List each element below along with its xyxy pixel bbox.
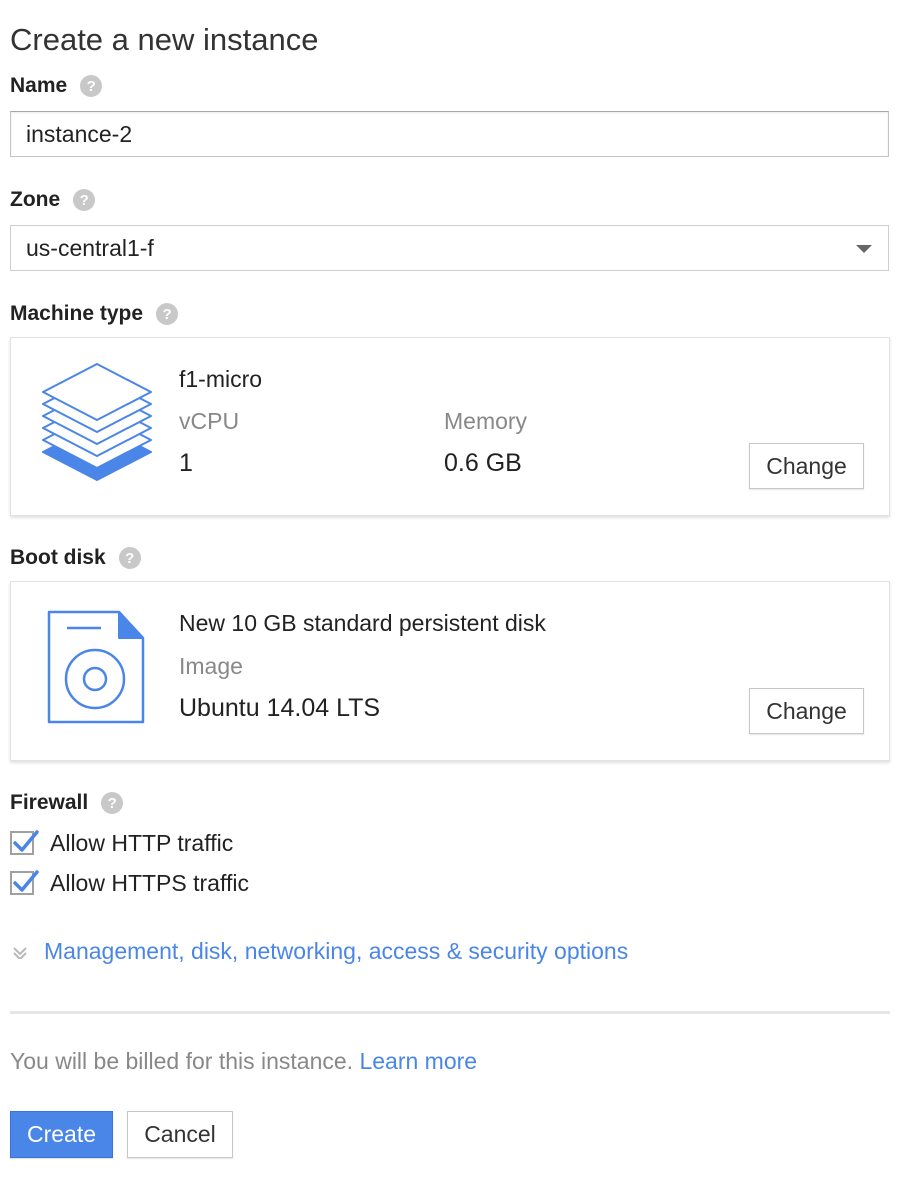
help-icon[interactable]: ?	[118, 547, 141, 569]
page-title: Create a new instance	[10, 22, 319, 57]
help-icon[interactable]: ?	[156, 303, 179, 325]
checkmark-icon	[13, 870, 39, 892]
help-icon[interactable]: ?	[73, 189, 96, 211]
image-label: Image	[179, 653, 243, 679]
machine-type-name: f1-micro	[179, 366, 263, 392]
create-button[interactable]: Create	[10, 1111, 113, 1158]
machine-type-card: f1-micro vCPU 1 Memory 0.6 GB Change	[10, 337, 890, 516]
vcpu-value: 1	[179, 449, 193, 477]
stacked-layers-icon	[42, 363, 152, 481]
https-traffic-option[interactable]: Allow HTTPS traffic	[10, 868, 249, 898]
https-traffic-label: Allow HTTPS traffic	[50, 869, 249, 896]
zone-label: Zone	[10, 188, 61, 211]
boot-disk-card: New 10 GB standard persistent disk Image…	[10, 581, 890, 761]
learn-more-link[interactable]: Learn more	[359, 1048, 477, 1074]
dropdown-arrow-icon	[856, 245, 872, 253]
memory-value: 0.6 GB	[444, 449, 522, 477]
http-traffic-checkbox[interactable]	[10, 830, 39, 855]
zone-selected-value: us-central1-f	[26, 234, 154, 261]
vcpu-label: vCPU	[179, 408, 240, 434]
change-machine-type-button[interactable]: Change	[749, 443, 864, 489]
zone-select[interactable]: us-central1-f	[10, 225, 889, 271]
chevron-down-icon	[13, 946, 27, 959]
advanced-options-toggle[interactable]: Management, disk, networking, access & s…	[10, 938, 628, 965]
http-traffic-option[interactable]: Allow HTTP traffic	[10, 828, 233, 858]
billing-notice: You will be billed for this instance. Le…	[10, 1048, 477, 1075]
https-traffic-checkbox[interactable]	[10, 870, 39, 895]
name-label-row: Name ?	[10, 71, 103, 101]
advanced-options-link[interactable]: Management, disk, networking, access & s…	[44, 938, 628, 965]
change-boot-disk-button[interactable]: Change	[749, 688, 864, 734]
checkmark-icon	[13, 830, 39, 852]
name-label: Name	[10, 74, 68, 97]
machine-type-label-row: Machine type ?	[10, 299, 179, 329]
http-traffic-label: Allow HTTP traffic	[50, 829, 234, 856]
boot-disk-label: Boot disk	[10, 546, 106, 569]
cancel-button[interactable]: Cancel	[127, 1111, 233, 1158]
divider	[10, 1011, 890, 1014]
memory-label: Memory	[444, 408, 528, 434]
instance-name-input[interactable]	[10, 111, 889, 157]
help-icon[interactable]: ?	[101, 792, 124, 814]
machine-type-label: Machine type	[10, 302, 144, 325]
firewall-label: Firewall	[10, 791, 89, 814]
billing-text: You will be billed for this instance.	[10, 1048, 354, 1074]
help-icon[interactable]: ?	[80, 75, 103, 97]
zone-label-row: Zone ?	[10, 185, 96, 215]
boot-disk-title: New 10 GB standard persistent disk	[179, 610, 546, 636]
firewall-label-row: Firewall ?	[10, 788, 124, 818]
boot-disk-label-row: Boot disk ?	[10, 543, 141, 573]
disk-file-icon	[47, 610, 145, 724]
image-value: Ubuntu 14.04 LTS	[179, 694, 381, 722]
